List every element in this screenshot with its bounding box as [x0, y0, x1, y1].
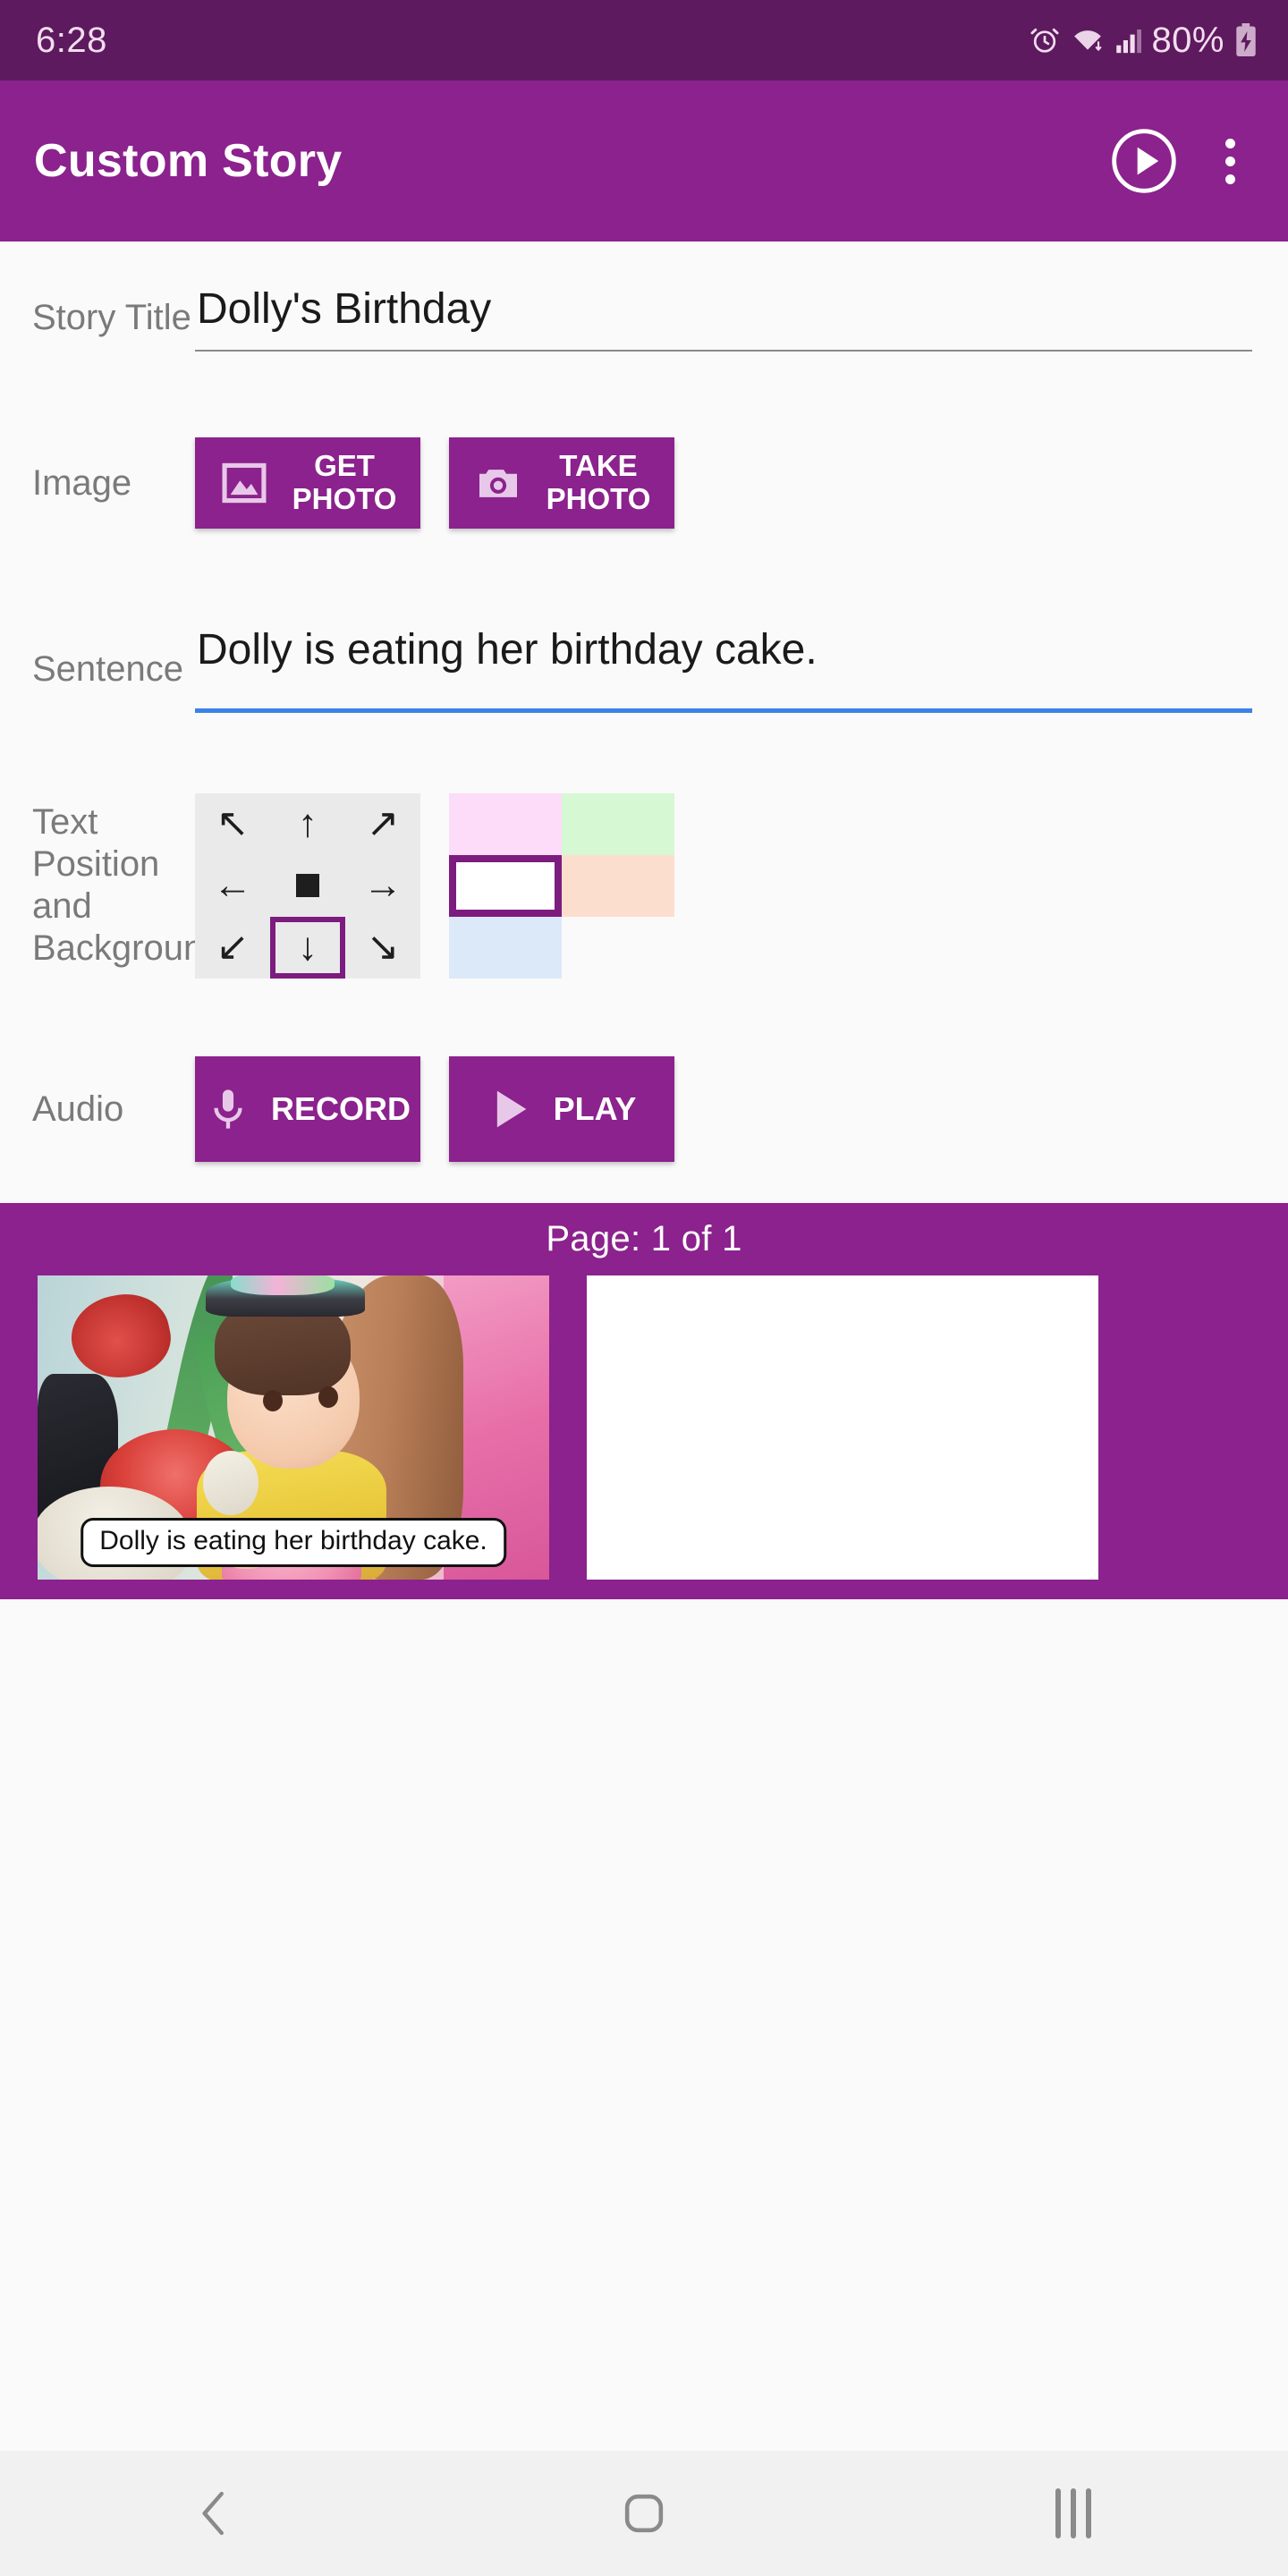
wifi-icon — [1074, 30, 1102, 51]
position-middle-left[interactable]: ← — [195, 855, 270, 917]
story-form: Story Title Image GET PHOTO — [0, 242, 1288, 1203]
battery-charging-icon — [1236, 23, 1256, 56]
page-counter: Page: 1 of 1 — [546, 1219, 742, 1258]
sentence-label: Sentence — [32, 648, 184, 689]
camera-icon — [479, 470, 517, 497]
back-chevron-icon — [202, 2491, 224, 2536]
get-photo-line1: GET — [314, 449, 375, 483]
dot — [1224, 174, 1235, 184]
take-photo-line2: PHOTO — [546, 482, 651, 515]
photo-doll-eye — [263, 1390, 283, 1411]
position-top-right[interactable]: ↗ — [345, 793, 420, 855]
arrow-up-right-icon: ↗ — [366, 801, 400, 845]
android-nav-bar — [0, 2451, 1288, 2576]
sentence-input[interactable] — [195, 624, 1252, 713]
nav-back-button[interactable] — [134, 2451, 295, 2576]
background-color-blue[interactable] — [449, 916, 562, 979]
status-bar: 6:28 80% — [0, 0, 1288, 80]
alarm-icon — [1030, 28, 1059, 53]
square-icon — [296, 874, 319, 897]
position-middle-right[interactable]: → — [345, 855, 420, 917]
text-position-grid: ↖ ↑ ↗ ← → ↙ ↓ ↘ — [195, 792, 420, 979]
position-top-center[interactable]: ↑ — [270, 793, 345, 855]
audio-label: Audio — [32, 1089, 124, 1129]
take-photo-line1: TAKE — [559, 449, 638, 483]
story-title-label: Story Title — [32, 298, 191, 337]
arrow-up-icon: ↑ — [298, 801, 318, 845]
dot — [1224, 156, 1235, 166]
photo-doll-eye — [318, 1386, 338, 1408]
play-button[interactable]: PLAY — [449, 1056, 674, 1162]
home-icon — [624, 2494, 664, 2533]
image-label: Image — [32, 463, 132, 503]
dot — [1224, 138, 1235, 148]
image-buttons: GET PHOTO TAKE PHOTO — [195, 437, 1288, 529]
background-color-white[interactable] — [449, 854, 562, 917]
recents-icon — [1055, 2488, 1091, 2538]
get-photo-line2: PHOTO — [292, 482, 397, 515]
play-circle-icon[interactable] — [1109, 126, 1179, 196]
status-icons: 80% — [1029, 21, 1258, 61]
take-photo-label: TAKE PHOTO — [546, 449, 651, 516]
pages-strip: Page: 1 of 1 Dolly is eating her birthda… — [0, 1203, 1288, 1599]
page-title: Custom Story — [34, 135, 343, 187]
story-title-input[interactable] — [195, 284, 1252, 352]
recents-bar — [1071, 2488, 1076, 2538]
get-photo-button[interactable]: GET PHOTO — [195, 437, 420, 529]
app-bar-actions — [1109, 126, 1254, 196]
app-bar: Custom Story — [0, 80, 1288, 242]
audio-buttons: RECORD PLAY — [195, 1056, 1288, 1162]
microphone-icon — [214, 1089, 242, 1129]
play-triangle-icon — [496, 1090, 526, 1128]
row-sentence: Sentence — [0, 581, 1288, 756]
position-center[interactable] — [270, 855, 345, 917]
position-top-left[interactable]: ↖ — [195, 793, 270, 855]
get-photo-label: GET PHOTO — [292, 449, 397, 516]
take-photo-button[interactable]: TAKE PHOTO — [449, 437, 674, 529]
position-bottom-center[interactable]: ↓ — [270, 916, 345, 979]
status-time: 6:28 — [36, 20, 107, 60]
position-bottom-left[interactable]: ↙ — [195, 917, 270, 979]
battery-percent: 80% — [1151, 20, 1224, 60]
row-story-title: Story Title — [0, 242, 1288, 385]
position-and-background-controls: ↖ ↑ ↗ ← → ↙ ↓ ↘ — [195, 792, 1288, 979]
background-color-grid — [449, 792, 674, 979]
page-card-blank[interactable] — [587, 1275, 1098, 1580]
story-title-input-wrap — [195, 284, 1252, 352]
arrow-down-right-icon: ↘ — [366, 925, 400, 969]
photo-doll-sleeve — [203, 1451, 258, 1515]
sentence-input-wrap — [195, 624, 1252, 713]
nav-recents-button[interactable] — [993, 2451, 1154, 2576]
arrow-down-icon: ↓ — [298, 925, 318, 969]
row-audio: Audio RECORD PLAY — [0, 1015, 1288, 1203]
recents-bar — [1086, 2488, 1091, 2538]
record-button[interactable]: RECORD — [195, 1056, 420, 1162]
image-icon — [222, 462, 267, 504]
row-text-position-background: Text Position and Background ↖ ↑ ↗ ← → ↙… — [0, 756, 1288, 1015]
page-card-1[interactable]: Dolly is eating her birthday cake. — [38, 1275, 549, 1580]
page-caption: Dolly is eating her birthday cake. — [80, 1518, 506, 1567]
arrow-up-left-icon: ↖ — [216, 801, 250, 845]
signal-icon — [1116, 29, 1142, 54]
photo-party-hat-top — [231, 1275, 335, 1295]
background-color-peach[interactable] — [562, 854, 674, 917]
record-label: RECORD — [270, 1089, 411, 1127]
text-position-background-label: Text Position and Background — [32, 801, 224, 969]
recents-bar — [1055, 2488, 1061, 2538]
background-color-none[interactable] — [562, 916, 674, 979]
page-card-list: Dolly is eating her birthday cake. — [0, 1275, 1288, 1580]
arrow-down-left-icon: ↙ — [216, 925, 250, 969]
play-label: PLAY — [553, 1089, 637, 1127]
position-bottom-right[interactable]: ↘ — [345, 917, 420, 979]
app-screen: 6:28 80% Custom Story Story Title Dolly'… — [0, 0, 1288, 2576]
background-color-green[interactable] — [562, 792, 674, 855]
background-color-pink[interactable] — [449, 792, 562, 855]
more-vertical-icon[interactable] — [1206, 126, 1254, 196]
row-image: Image GET PHOTO TAKE PHOTO — [0, 385, 1288, 581]
arrow-right-icon: → — [363, 863, 402, 907]
arrow-left-icon: ← — [213, 863, 252, 907]
nav-home-button[interactable] — [564, 2451, 724, 2576]
